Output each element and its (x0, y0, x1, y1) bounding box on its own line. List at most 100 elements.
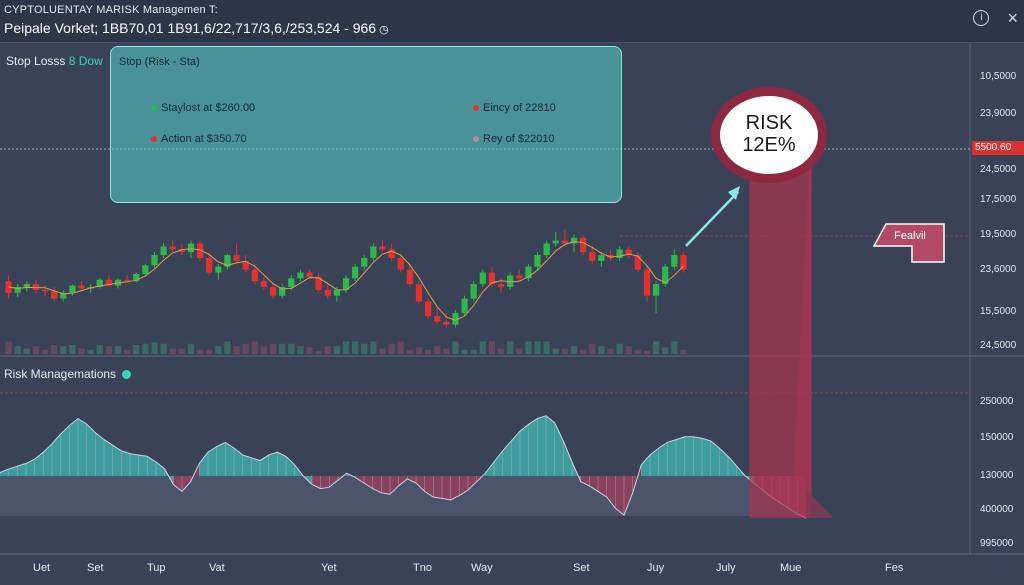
volume-bar (525, 341, 532, 354)
volume-bar (342, 341, 350, 354)
candle-body (260, 281, 268, 287)
y-tick-top-5: 23,6000 (980, 264, 1017, 275)
candle-body (160, 246, 167, 256)
candle-body (361, 258, 368, 267)
candle-body (415, 284, 423, 302)
volume-bar (78, 348, 85, 354)
candle-body (187, 243, 195, 253)
volume-bar (260, 346, 268, 354)
candle-body (233, 255, 240, 261)
volume-bar (443, 348, 450, 354)
oscillator-segment (286, 456, 295, 476)
candle-body (643, 269, 651, 296)
oscillator-segment (537, 415, 546, 476)
volume-bar (233, 346, 240, 354)
oscillator-segment (381, 476, 390, 495)
candle-body (543, 243, 550, 256)
candle-body (434, 316, 441, 322)
volume-bar (370, 341, 377, 354)
oscillator-segment (320, 476, 330, 489)
top-panel-label-text: Stop Losss (6, 54, 66, 68)
volume-bar (625, 346, 632, 354)
top-panel-label-accent: 8 Dow (68, 54, 103, 68)
status-dot-icon (122, 370, 132, 380)
volume-bar (397, 341, 404, 354)
oscillator-segment (650, 448, 659, 476)
candle-body (461, 298, 468, 314)
candle-body (51, 291, 58, 299)
candle-body (580, 237, 587, 253)
x-tick-1: Set (87, 562, 104, 574)
volume-bar (133, 345, 140, 354)
volume-bar (269, 343, 277, 354)
volume-bar (589, 343, 596, 354)
volume-bar (196, 349, 204, 354)
oscillator-segment (710, 441, 720, 476)
volume-bar (388, 343, 395, 354)
volume-bar (224, 341, 231, 354)
red-dot-icon (151, 136, 157, 142)
risk-badge: RISK 12E% (711, 87, 827, 183)
volume-bar (187, 343, 195, 354)
oscillator-segment (121, 450, 130, 476)
candle-body (142, 265, 149, 274)
y-tick-bottom-1: 150000 (980, 432, 1014, 443)
volume-bar (361, 343, 368, 354)
oscillator-segment (676, 436, 685, 476)
volume-bar (352, 341, 359, 354)
candle-body (215, 266, 222, 273)
x-tick-0: Uet (33, 562, 51, 574)
volume-bar (534, 341, 541, 354)
candle-body (443, 321, 450, 325)
volume-bar (279, 343, 286, 354)
candle-body (78, 285, 85, 289)
y-tick-bottom-4: 995000 (980, 538, 1014, 549)
candle-body (251, 269, 258, 282)
y-tick-bottom-3: 400000 (980, 504, 1014, 515)
volume-bar (251, 341, 258, 354)
volume-bar (616, 343, 623, 354)
volume-bar (178, 348, 185, 354)
volume-bar (379, 348, 386, 354)
candle-body (561, 240, 568, 244)
volume-bar (142, 343, 149, 354)
x-tick-5: Tno (413, 562, 432, 574)
volume-bar (470, 349, 477, 354)
volume-bar (105, 346, 112, 354)
y-tick-bottom-0: 250000 (980, 396, 1014, 407)
stop-entry-2-text: Eincy of 22810 (483, 102, 556, 114)
volume-bar (580, 349, 587, 354)
candle-body (297, 272, 304, 279)
volume-bar (215, 346, 222, 354)
pink-dot-icon (473, 136, 479, 142)
volume-bar (488, 341, 496, 354)
stop-entry-4: Rey of $22010 (473, 133, 555, 145)
stop-entry-3: Action at $350.70 (151, 133, 247, 145)
volume-bar (652, 341, 660, 354)
candle-body (269, 287, 277, 296)
oscillator-segment (667, 439, 676, 476)
volume-bar (23, 348, 30, 354)
volume-bar (434, 346, 441, 354)
candle-body (333, 289, 340, 296)
oscillator-segment (433, 476, 442, 499)
volume-bar (315, 351, 322, 354)
y-tick-top-0: 10,5000 (980, 71, 1017, 82)
volume-bar (288, 343, 295, 354)
volume-bar (14, 346, 21, 354)
volume-bar (297, 346, 304, 354)
volume-bar (424, 349, 432, 354)
candle-body (388, 249, 395, 258)
candle-body (324, 289, 331, 296)
candle-body (652, 284, 660, 296)
candle-body (634, 255, 641, 270)
volume-bar (680, 349, 687, 354)
oscillator-segment (199, 452, 208, 476)
volume-bar (507, 341, 514, 354)
stop-entry-3-text: Action at $350.70 (161, 133, 247, 145)
oscillator-segment (52, 434, 61, 476)
volume-bar (206, 349, 213, 354)
bottom-panel-label-text: Risk Managemations (4, 367, 117, 381)
y-tick-top-2: 24,5000 (980, 164, 1017, 175)
oscillator-segment (216, 442, 226, 476)
